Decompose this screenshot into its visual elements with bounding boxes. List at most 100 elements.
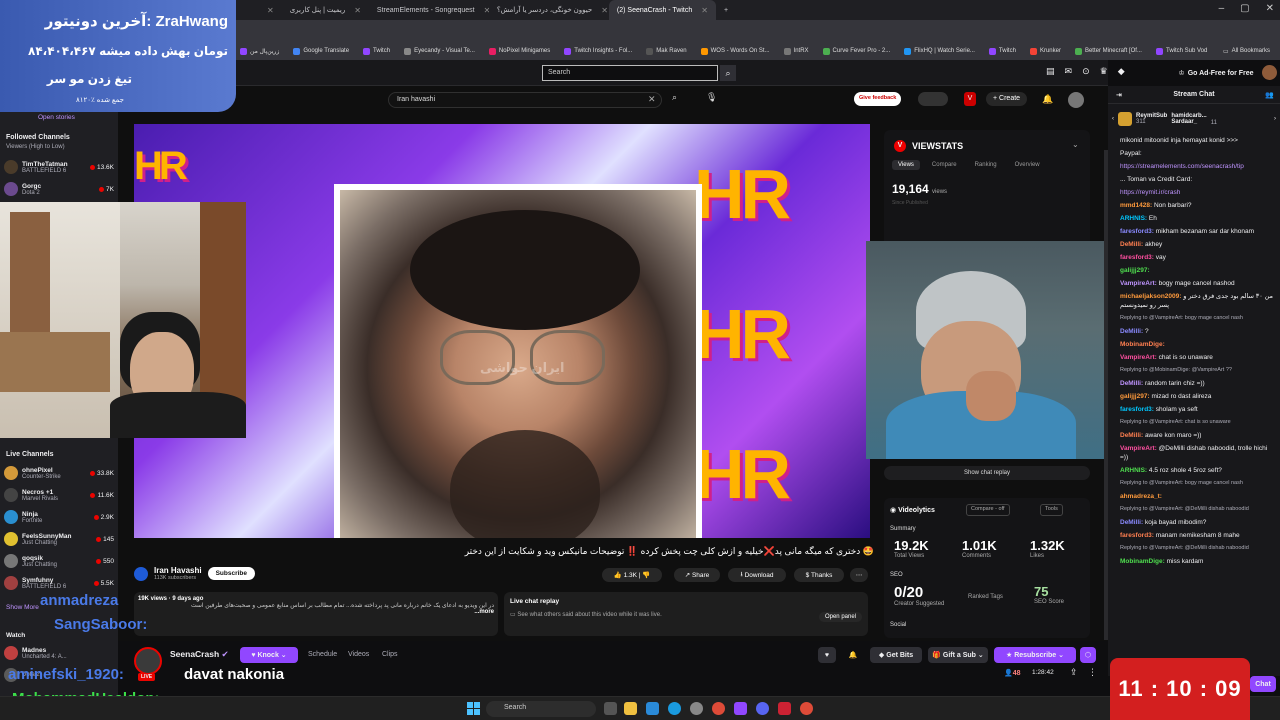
discord-icon[interactable]	[756, 702, 769, 715]
browser-tab[interactable]: StreamElements - Songrequest ✕	[369, 0, 489, 20]
chat-username[interactable]: ahmadreza_t:	[1120, 493, 1162, 500]
tab-compare[interactable]: Compare	[926, 160, 963, 170]
gift-sub-button[interactable]: 🎁 Gift a Sub ⌄	[928, 647, 988, 663]
browser-tab[interactable]: حیوون خونگی، دردسر یا آرامش؟ ✕	[489, 0, 609, 20]
chat-username[interactable]: faresford3:	[1120, 228, 1154, 235]
sidebar-channel[interactable]: FeelsSunnyMan Just Chatting 145	[0, 528, 118, 550]
bookmark-item[interactable]: Curve Fever Pro - 2...	[822, 47, 890, 55]
all-bookmarks[interactable]: ▭ All Bookmarks	[1223, 48, 1280, 55]
chat-username[interactable]: galijjj297:	[1120, 393, 1150, 400]
close-icon[interactable]: ✕	[701, 6, 708, 15]
tab-views[interactable]: Views	[892, 160, 920, 170]
close-icon[interactable]: ✕	[601, 6, 608, 15]
chat-username[interactable]: faresford3:	[1120, 254, 1154, 261]
sidebar-channel[interactable]: ohnePixel Counter-Strike 33.8K	[0, 462, 118, 484]
chat-username[interactable]: VampireArt:	[1120, 280, 1157, 287]
new-tab-button[interactable]: +	[716, 0, 736, 20]
windows-start-icon[interactable]	[467, 702, 480, 715]
chat-button[interactable]: Chat	[1250, 676, 1276, 692]
browser-tab-active[interactable]: (2) SeenaCrash - Twitch ✕	[608, 0, 716, 20]
subscribe-button[interactable]: Subscribe	[207, 567, 256, 580]
collapse-icon[interactable]: ⇥	[1116, 91, 1122, 99]
youtube-avatar[interactable]	[1068, 92, 1084, 108]
sidebar-channel[interactable]: Necros +1 Marvel Rivals 11.6K	[0, 484, 118, 506]
chat-username[interactable]: DeMilli:	[1120, 519, 1143, 526]
tools-dropdown[interactable]: Tools	[1040, 504, 1063, 516]
clips-link[interactable]: Clips	[382, 651, 398, 658]
settings-icon[interactable]	[690, 702, 703, 715]
tab-overview[interactable]: Overview	[1009, 160, 1046, 170]
bits-icon[interactable]: ◆	[1118, 66, 1125, 77]
bookmark-item[interactable]: NoPixel Minigames	[488, 47, 550, 55]
youtube-search-input[interactable]: Iran havashi	[388, 92, 662, 108]
chat-username[interactable]: mmd1428:	[1120, 202, 1152, 209]
search-icon[interactable]: ⌕	[720, 65, 736, 81]
videos-link[interactable]: Videos	[348, 651, 369, 658]
sidebar-channel[interactable]: Ninja Fortnite 2.9K	[0, 506, 118, 528]
chrome-icon[interactable]	[712, 702, 725, 715]
notifications-icon[interactable]: ▤	[1046, 66, 1055, 77]
channel-name[interactable]: SeenaCrash ✔	[170, 649, 229, 660]
like-button[interactable]: 👍 1.3K | 👎	[602, 568, 662, 582]
chat-username[interactable]: VampireArt:	[1120, 354, 1157, 361]
chat-username[interactable]: michaeljakson2009:	[1120, 293, 1181, 300]
sidebar-channel[interactable]: qoqsik Just Chatting 550	[0, 550, 118, 572]
chevron-left-icon[interactable]: ‹	[1112, 116, 1114, 122]
bookmark-item[interactable]: Twitch	[988, 47, 1016, 55]
bookmark-item[interactable]: Eyecandy - Visual Te...	[404, 47, 475, 55]
alerts-icon[interactable]: ⊙	[1082, 66, 1090, 77]
users-icon[interactable]: 👥	[1265, 91, 1274, 99]
chat-username[interactable]: DeMilli:	[1120, 380, 1143, 387]
share-icon[interactable]: ⇪	[1070, 667, 1078, 678]
sidebar-channel[interactable]: Gorgc Dota 2 7K	[0, 178, 118, 200]
extension-icon[interactable]: ⬡	[1080, 647, 1096, 663]
microphone-icon[interactable]: 🎙	[706, 92, 717, 103]
taskbar-search[interactable]: Search	[486, 701, 596, 717]
stream-video[interactable]: Iran havashi ✕ ⌕ 🎙 Give feedback V + Cre…	[118, 86, 1108, 641]
more-options-icon[interactable]: ⋮	[1088, 667, 1097, 678]
browser-tab[interactable]: ریمیت | پنل کاربری ✕	[282, 0, 369, 20]
schedule-link[interactable]: Schedule	[308, 651, 337, 658]
inbox-icon[interactable]: ✉	[1065, 66, 1073, 77]
chat-username[interactable]: DeMilli:	[1120, 328, 1143, 335]
bookmark-item[interactable]: Better Minecraft [Of...	[1074, 47, 1142, 55]
twitch-search-input[interactable]: Search	[542, 65, 718, 81]
channel-avatar[interactable]	[134, 566, 148, 581]
bookmark-item[interactable]: FlixHQ | Watch Serie...	[904, 47, 975, 55]
bookmark-item[interactable]: Mak Raven	[646, 47, 687, 55]
clear-icon[interactable]: ✕	[648, 94, 656, 105]
browser-tab[interactable]: ✕	[250, 0, 282, 20]
search-icon[interactable]: ⌕	[672, 92, 690, 108]
bell-icon[interactable]: 🔔	[1042, 94, 1053, 105]
crown-icon[interactable]: ♛	[1100, 66, 1108, 77]
create-button[interactable]: + Create	[986, 92, 1028, 106]
resubscribe-button[interactable]: ★ Resubscribe ⌄	[994, 647, 1076, 663]
task-view-icon[interactable]	[604, 702, 617, 715]
chrome-icon[interactable]	[800, 702, 813, 715]
tab-ranking[interactable]: Ranking	[969, 160, 1003, 170]
more-options-icon[interactable]: ⋯	[850, 568, 868, 582]
close-icon[interactable]: ✕	[354, 6, 361, 15]
file-explorer-icon[interactable]	[624, 702, 637, 715]
chat-username[interactable]: ARHNIS:	[1120, 467, 1147, 474]
chat-username[interactable]: DeMilli:	[1120, 432, 1143, 439]
bookmark-item[interactable]: Google Translate	[293, 47, 349, 55]
bookmark-item[interactable]: IntRX	[783, 47, 809, 55]
open-stories-link[interactable]: Open stories	[38, 114, 75, 121]
edge-icon[interactable]	[668, 702, 681, 715]
extension-button[interactable]	[918, 92, 948, 106]
chat-username[interactable]: VampireArt:	[1120, 445, 1157, 452]
thanks-button[interactable]: $ Thanks	[794, 568, 844, 582]
bell-icon[interactable]: 🔔	[844, 647, 862, 663]
chat-username[interactable]: DeMilli:	[1120, 241, 1143, 248]
chat-username[interactable]: MobinamDige:	[1120, 341, 1165, 348]
chat-username[interactable]: galijjj297:	[1120, 267, 1150, 274]
user-avatar[interactable]	[1262, 65, 1277, 80]
close-icon[interactable]: ✕	[267, 6, 274, 15]
show-more-link[interactable]: Show More	[6, 604, 39, 611]
v-extension-icon[interactable]: V	[964, 92, 976, 106]
share-button[interactable]: ↗ Share	[674, 568, 720, 582]
minimize-icon[interactable]: –	[1219, 3, 1225, 14]
give-feedback-button[interactable]: Give feedback	[854, 92, 902, 106]
bookmark-item[interactable]: زرین‌پال من	[240, 47, 279, 55]
